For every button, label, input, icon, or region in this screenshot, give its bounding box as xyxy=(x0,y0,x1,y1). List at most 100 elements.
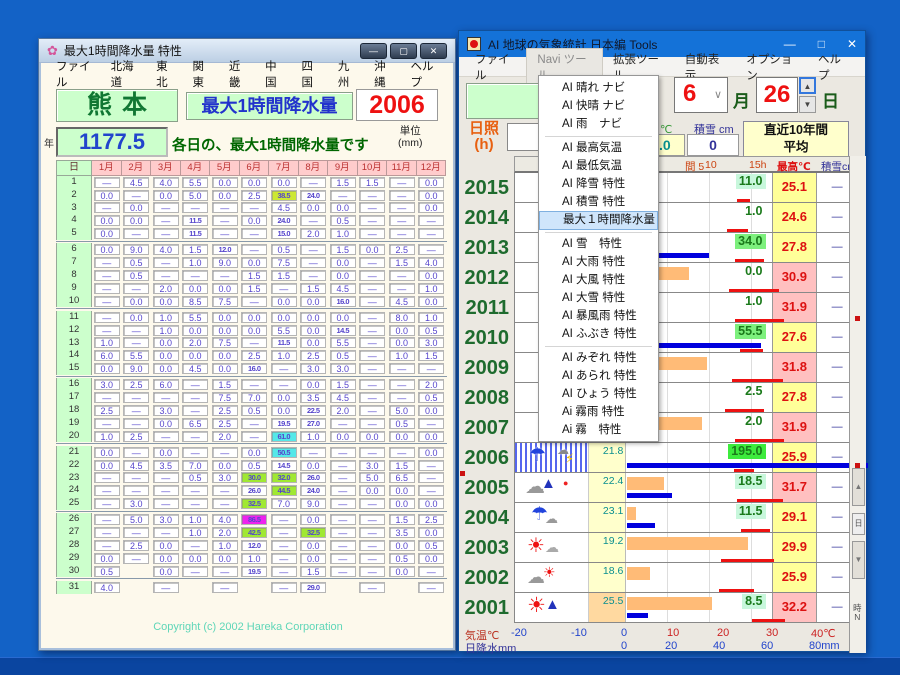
precip-value: 0.0 xyxy=(153,566,179,577)
dropdown-item-AI みぞれ 特性[interactable]: AI みぞれ 特性 xyxy=(539,349,658,367)
precip-value: — xyxy=(330,540,356,551)
value-cell: — xyxy=(92,497,122,510)
precip-value: — xyxy=(359,312,385,323)
precip-value: — xyxy=(359,527,385,538)
dropdown-item-Ai 霧 特性[interactable]: Ai 霧 特性 xyxy=(539,421,658,439)
ten-year-average-box[interactable]: 直近10年間平均 xyxy=(743,121,849,157)
year-prefix-label: 年 xyxy=(44,135,54,150)
value-cell: 1.5 xyxy=(299,282,329,295)
value-cell: 0.0 xyxy=(387,565,417,578)
precip-value: 4.5 xyxy=(123,177,149,188)
dropdown-item-AI 大雪 特性[interactable]: AI 大雪 特性 xyxy=(539,289,658,307)
dropdown-item-AI ふぶき 特性[interactable]: AI ふぶき 特性 xyxy=(539,325,658,343)
dropdown-item-AI 雨 ナビ[interactable]: AI 雨 ナビ xyxy=(539,115,658,133)
dropdown-item-AI 晴れ ナビ[interactable]: AI 晴れ ナビ xyxy=(539,79,658,97)
menu-item-関東[interactable]: 関東 xyxy=(184,56,220,92)
precip-value: — xyxy=(241,337,267,348)
dropdown-item-AI あられ 特性[interactable]: AI あられ 特性 xyxy=(539,367,658,385)
value-cell: 0.0 xyxy=(358,430,388,443)
value-cell: — xyxy=(181,430,211,443)
tmax-cell: 29.9 xyxy=(773,533,818,562)
year-label-2004: 2004 xyxy=(459,507,509,530)
value-cell: 0.0 xyxy=(92,362,122,375)
value-cell: 1.5 xyxy=(181,243,211,256)
value-cell: 1.5 xyxy=(299,565,329,578)
table-row: 50.0——11.5——15.02.01.0——— xyxy=(56,227,447,240)
menu-item-中国[interactable]: 中国 xyxy=(256,56,292,92)
dropdown-item-Ai 霧雨 特性[interactable]: Ai 霧雨 特性 xyxy=(539,403,658,421)
precip-value: — xyxy=(123,392,149,403)
dropdown-item-AI 積雪 特性[interactable]: AI 積雪 特性 xyxy=(539,193,658,211)
menu-item-九州[interactable]: 九州 xyxy=(329,56,365,92)
dropdown-item-AI 雪 特性[interactable]: AI 雪 特性 xyxy=(539,235,658,253)
day-number: 24 xyxy=(56,484,92,497)
precip-value: — xyxy=(123,325,149,336)
dropdown-item-AI 降雪 特性[interactable]: AI 降雪 特性 xyxy=(539,175,658,193)
dropdown-item-AI 大雨 特性[interactable]: AI 大雨 特性 xyxy=(539,253,658,271)
menu-item-四国[interactable]: 四国 xyxy=(292,56,328,92)
scroll-thumb[interactable]: 日 xyxy=(852,513,865,535)
dropdown-item-AI ひょう 特性[interactable]: AI ひょう 特性 xyxy=(539,385,658,403)
scroll-up-button[interactable]: ▲ xyxy=(852,468,865,506)
day-number: 12 xyxy=(56,324,92,337)
value-cell: — xyxy=(387,189,417,202)
precip-value: — xyxy=(389,177,415,188)
tmin-cell: 23.1 xyxy=(589,503,627,532)
rain-value-label: 18.5 xyxy=(735,474,765,489)
menu-item-北海道[interactable]: 北海道 xyxy=(102,56,148,92)
value-cell: — xyxy=(417,417,447,430)
value-cell: 1.0 xyxy=(151,311,181,324)
spin-down-button[interactable]: ▼ xyxy=(799,96,816,113)
month-combobox[interactable]: 6 ∨ xyxy=(674,77,728,113)
value-cell: 1.5 xyxy=(328,378,358,391)
value-cell: — xyxy=(92,324,122,337)
day-number: 9 xyxy=(56,282,92,295)
table-row: 11—0.01.05.50.00.00.00.00.0—8.01.0 xyxy=(56,311,447,324)
rain-value-label: 2.0 xyxy=(742,414,765,429)
precip-value: 27.0 xyxy=(300,418,326,429)
precip-value: — xyxy=(212,566,238,577)
unit-label: 単位(mm) xyxy=(398,125,423,149)
value-cell: — xyxy=(151,581,181,594)
year-label-2008: 2008 xyxy=(459,387,509,410)
value-cell: — xyxy=(328,497,358,510)
menu-item-ファイル[interactable]: ファイル xyxy=(465,49,526,85)
precip-value: — xyxy=(389,283,415,294)
rain-value-label: 1.0 xyxy=(742,294,765,309)
precip-value: 5.0 xyxy=(123,514,149,525)
value-cell: 0.0 xyxy=(151,349,181,362)
taskbar[interactable] xyxy=(0,657,900,675)
value-cell: 3.0 xyxy=(92,378,122,391)
dropdown-item-最大１時間降水量[interactable]: 最大１時間降水量 xyxy=(539,211,658,229)
menu-item-ヘルプ[interactable]: ヘルプ xyxy=(401,56,447,92)
dropdown-item-AI 快晴 ナビ[interactable]: AI 快晴 ナビ xyxy=(539,97,658,115)
value-cell: — xyxy=(210,202,240,215)
precip-value: — xyxy=(418,215,444,226)
precip-value: — xyxy=(359,337,385,348)
precip-value: 0.0 xyxy=(241,447,267,458)
value-cell: — xyxy=(181,565,211,578)
menu-item-近畿[interactable]: 近畿 xyxy=(220,56,256,92)
year-label-2003: 2003 xyxy=(459,537,509,560)
value-cell: 14.5 xyxy=(328,324,358,337)
precip-value: — xyxy=(330,418,356,429)
rain-value-label: 34.0 xyxy=(735,234,765,249)
precip-value: 0.0 xyxy=(94,363,120,374)
precip-value: — xyxy=(241,228,267,239)
dropdown-item-AI 暴風雨 特性[interactable]: AI 暴風雨 特性 xyxy=(539,307,658,325)
right-scroll-strip[interactable]: ▲ 日 ▼ 時N xyxy=(849,156,866,653)
scroll-down-button[interactable]: ▼ xyxy=(852,541,865,579)
rain-tick: 60 xyxy=(761,640,773,652)
menu-item-東北[interactable]: 東北 xyxy=(147,56,183,92)
precip-value: 2.0 xyxy=(330,405,356,416)
sun-triangle-icon: ▲ xyxy=(545,597,560,612)
table-row: 27———1.02.042.5—32.5——3.50.0 xyxy=(56,526,447,539)
menu-item-ファイル[interactable]: ファイル xyxy=(47,56,102,92)
spin-up-button[interactable]: ▲ xyxy=(799,77,816,94)
dropdown-item-AI 最高気温[interactable]: AI 最高気温 xyxy=(539,139,658,157)
precip-value: — xyxy=(418,485,444,496)
dropdown-item-AI 大風 特性[interactable]: AI 大風 特性 xyxy=(539,271,658,289)
value-cell: 0.0 xyxy=(181,282,211,295)
menu-item-沖縄[interactable]: 沖縄 xyxy=(365,56,401,92)
dropdown-item-AI 最低気温[interactable]: AI 最低気温 xyxy=(539,157,658,175)
